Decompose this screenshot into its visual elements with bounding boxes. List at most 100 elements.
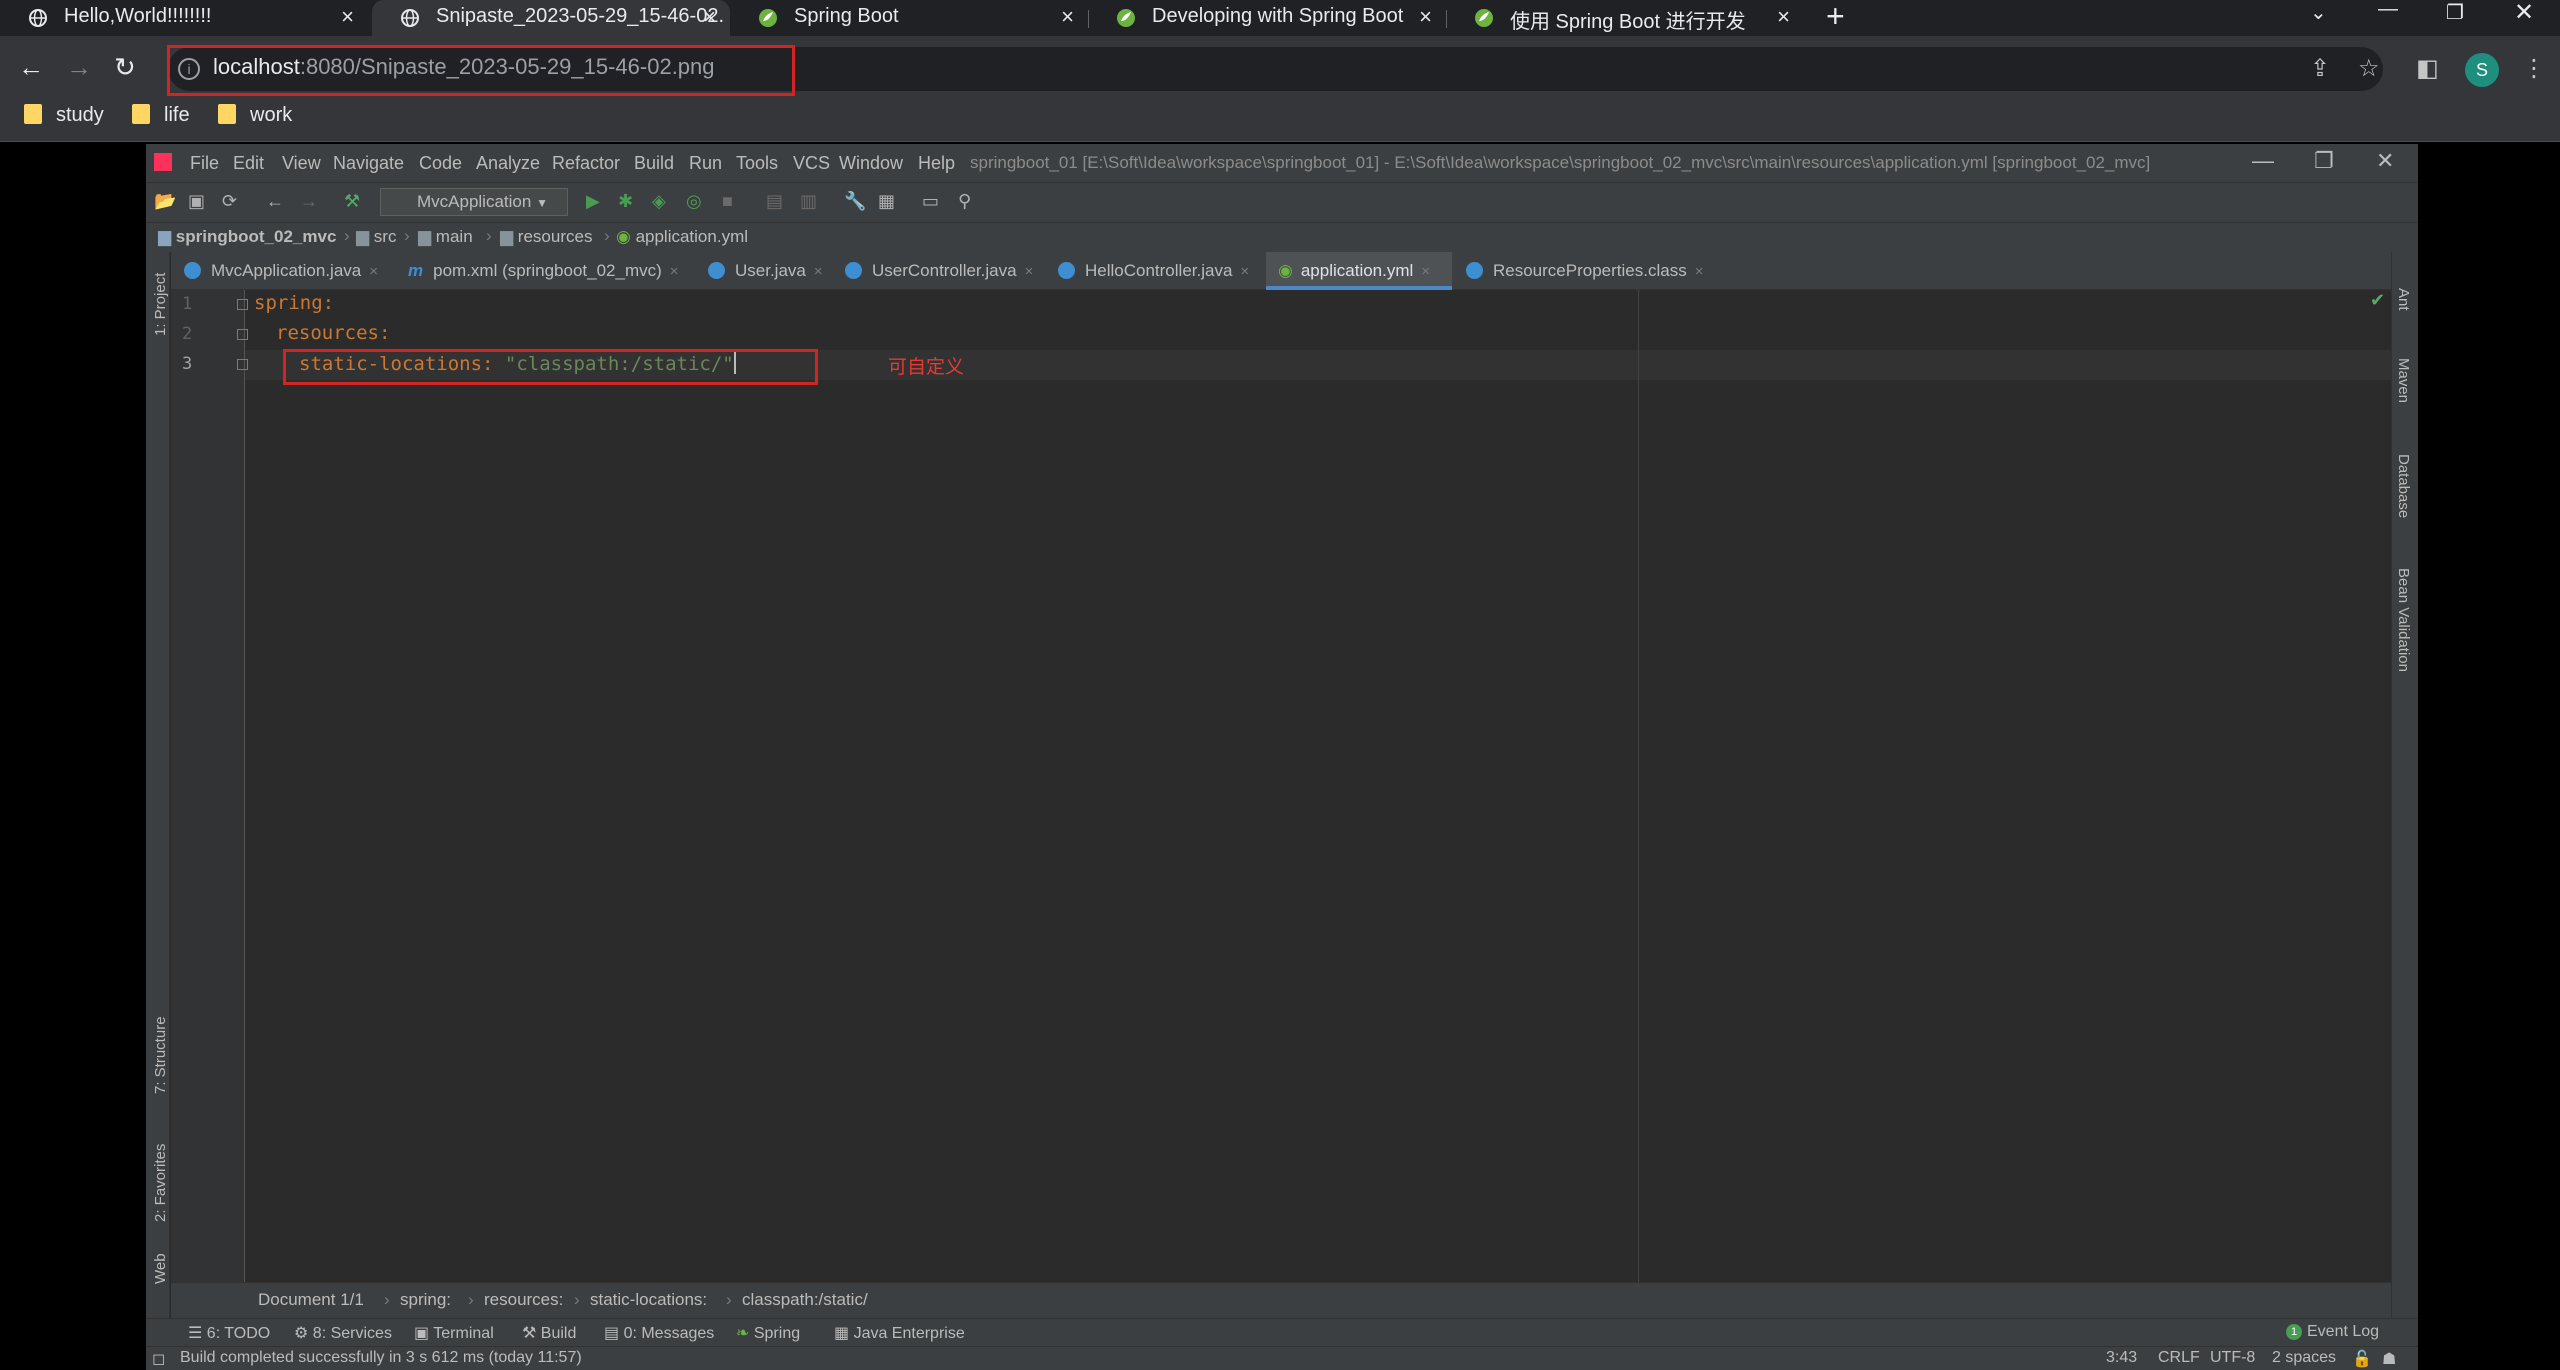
more-menu-icon[interactable]: ⋮ bbox=[2522, 54, 2546, 83]
open-icon[interactable]: 📂 bbox=[154, 191, 176, 212]
file-encoding[interactable]: UTF-8 bbox=[2210, 1349, 2255, 1367]
close-tab-icon[interactable]: × bbox=[341, 4, 354, 30]
terminal-window-icon[interactable]: ▭ bbox=[922, 191, 939, 212]
ant-panel-button[interactable]: Ant bbox=[2395, 288, 2412, 311]
line-separator[interactable]: CRLF bbox=[2158, 1349, 2200, 1367]
bean-validation-panel-button[interactable]: Bean Validation bbox=[2395, 568, 2412, 672]
profile-avatar[interactable]: S bbox=[2465, 53, 2499, 87]
project-structure-icon[interactable]: ▦ bbox=[878, 191, 895, 212]
spring-button[interactable]: ❧ Spring bbox=[736, 1323, 800, 1343]
fold-marker-icon[interactable] bbox=[237, 359, 248, 370]
build-hammer-icon[interactable]: ⚒ bbox=[344, 191, 360, 212]
close-tab-icon[interactable]: × bbox=[1061, 4, 1074, 30]
menu-refactor[interactable]: Refactor bbox=[552, 153, 620, 174]
nav-back-icon[interactable]: ← bbox=[266, 191, 284, 212]
settings-wrench-icon[interactable]: 🔧 bbox=[844, 191, 866, 212]
editor-breadcrumb-static-locations[interactable]: static-locations: bbox=[590, 1290, 707, 1310]
coverage-icon[interactable]: ◈ bbox=[652, 191, 666, 212]
ide-close-icon[interactable]: ✕ bbox=[2376, 148, 2394, 174]
close-tab-icon[interactable]: × bbox=[703, 4, 716, 30]
menu-navigate[interactable]: Navigate bbox=[333, 153, 404, 174]
close-icon[interactable]: × bbox=[1240, 263, 1249, 280]
tab-search-icon[interactable]: ⌄ bbox=[2310, 0, 2327, 25]
reload-icon[interactable]: ↻ bbox=[114, 52, 136, 83]
menu-run[interactable]: Run bbox=[689, 153, 722, 174]
editor-tab-mvcapplication[interactable]: MvcApplication.java × bbox=[184, 252, 392, 290]
close-icon[interactable]: × bbox=[814, 263, 823, 280]
menu-code[interactable]: Code bbox=[419, 153, 462, 174]
browser-tab-snipaste[interactable]: Snipaste_2023-05-29_15-46-02. × bbox=[372, 0, 730, 36]
messages-button[interactable]: ▤ 0: Messages bbox=[604, 1323, 714, 1343]
nav-forward-icon[interactable]: → bbox=[300, 191, 318, 212]
browser-tab-hello-world[interactable]: Hello,World!!!!!!!! × bbox=[0, 0, 368, 36]
menu-analyze[interactable]: Analyze bbox=[476, 153, 540, 174]
share-icon[interactable]: ⇪ bbox=[2310, 54, 2330, 83]
breadcrumb-project[interactable]: ▆ springboot_02_mvc bbox=[158, 227, 336, 247]
restore-icon[interactable]: ❐ bbox=[2446, 0, 2464, 25]
close-window-icon[interactable]: ✕ bbox=[2514, 0, 2534, 27]
menu-edit[interactable]: Edit bbox=[233, 153, 264, 174]
close-tab-icon[interactable]: × bbox=[1419, 4, 1432, 30]
run-icon[interactable]: ▶ bbox=[586, 191, 600, 212]
forward-icon[interactable]: → bbox=[66, 52, 92, 83]
debug-icon[interactable]: ✱ bbox=[618, 191, 633, 212]
menu-help[interactable]: Help bbox=[918, 153, 955, 174]
terminal-button[interactable]: ▣ Terminal bbox=[414, 1323, 494, 1343]
new-tab-button[interactable]: + bbox=[1826, 0, 1845, 32]
favorites-panel-button[interactable]: 2: Favorites bbox=[152, 1144, 169, 1222]
editor-tab-application-yml[interactable]: ◉ application.yml × bbox=[1266, 252, 1452, 290]
fold-marker-icon[interactable] bbox=[237, 329, 248, 340]
back-icon[interactable]: ← bbox=[18, 52, 44, 83]
menu-file[interactable]: File bbox=[190, 153, 219, 174]
database-panel-button[interactable]: Database bbox=[2395, 454, 2412, 518]
search-icon[interactable]: ⚲ bbox=[958, 191, 971, 212]
close-icon[interactable]: × bbox=[670, 263, 679, 280]
menu-tools[interactable]: Tools bbox=[736, 153, 778, 174]
project-panel-button[interactable]: 1: Project bbox=[152, 273, 169, 336]
fold-marker-icon[interactable] bbox=[237, 299, 248, 310]
editor-tab-user[interactable]: User.java × bbox=[708, 252, 832, 290]
menu-view[interactable]: View bbox=[282, 153, 321, 174]
close-icon[interactable]: × bbox=[369, 263, 378, 280]
editor-tab-pom[interactable]: m pom.xml (springboot_02_mvc) × bbox=[408, 252, 694, 290]
event-log-button[interactable]: 1 Event Log bbox=[2286, 1323, 2379, 1341]
side-panel-icon[interactable]: ◧ bbox=[2416, 54, 2439, 83]
close-icon[interactable]: × bbox=[1421, 263, 1430, 280]
menu-window[interactable]: Window bbox=[839, 153, 903, 174]
editor-breadcrumb-document[interactable]: Document 1/1 bbox=[258, 1290, 364, 1310]
ide-minimize-icon[interactable]: — bbox=[2252, 148, 2274, 174]
breadcrumb-resources[interactable]: ▆ resources bbox=[500, 227, 592, 247]
editor-breadcrumb-spring[interactable]: spring: bbox=[400, 1290, 451, 1310]
inspector-icon[interactable]: ☗ bbox=[2382, 1349, 2396, 1369]
breadcrumb-file[interactable]: ◉ application.yml bbox=[616, 227, 748, 247]
close-icon[interactable]: × bbox=[1025, 263, 1034, 280]
ide-restore-icon[interactable]: ❐ bbox=[2314, 148, 2334, 174]
menu-vcs[interactable]: VCS bbox=[793, 153, 830, 174]
bookmark-life[interactable]: life bbox=[132, 104, 190, 127]
editor-tab-hellocontroller[interactable]: HelloController.java × bbox=[1058, 252, 1264, 290]
browser-tab-developing[interactable]: Developing with Spring Boot × bbox=[1088, 0, 1446, 36]
minimize-icon[interactable]: — bbox=[2378, 0, 2398, 21]
java-enterprise-button[interactable]: ▦ Java Enterprise bbox=[834, 1323, 965, 1343]
code-line-1[interactable]: spring: bbox=[254, 292, 334, 314]
browser-tab-spring-boot[interactable]: Spring Boot × bbox=[730, 0, 1088, 36]
browser-tab-chinese[interactable]: 使用 Spring Boot 进行开发 × bbox=[1446, 0, 1804, 36]
bookmark-star-icon[interactable]: ☆ bbox=[2358, 54, 2380, 83]
vcs-update-icon[interactable]: ▤ bbox=[766, 191, 783, 212]
structure-panel-button[interactable]: 7: Structure bbox=[152, 1016, 169, 1094]
breadcrumb-main[interactable]: ▆ main bbox=[418, 227, 473, 247]
editor-breadcrumb-value[interactable]: classpath:/static/ bbox=[742, 1290, 868, 1310]
editor-tab-usercontroller[interactable]: UserController.java × bbox=[845, 252, 1045, 290]
build-button[interactable]: ⚒ Build bbox=[522, 1323, 576, 1343]
run-config-select[interactable]: MvcApplication ▼ bbox=[380, 188, 568, 216]
services-button[interactable]: ⚙ 8: Services bbox=[294, 1323, 392, 1343]
breadcrumb-src[interactable]: ▆ src bbox=[356, 227, 396, 247]
code-line-2[interactable]: resources: bbox=[276, 322, 390, 344]
todo-button[interactable]: ☰ 6: TODO bbox=[188, 1323, 270, 1343]
editor-breadcrumb-resources[interactable]: resources: bbox=[484, 1290, 563, 1310]
vcs-commit-icon[interactable]: ▥ bbox=[800, 191, 817, 212]
web-panel-button[interactable]: Web bbox=[152, 1253, 169, 1284]
maven-panel-button[interactable]: Maven bbox=[2395, 358, 2412, 403]
profile-icon[interactable]: ◎ bbox=[686, 191, 702, 212]
bookmark-study[interactable]: study bbox=[24, 104, 104, 127]
